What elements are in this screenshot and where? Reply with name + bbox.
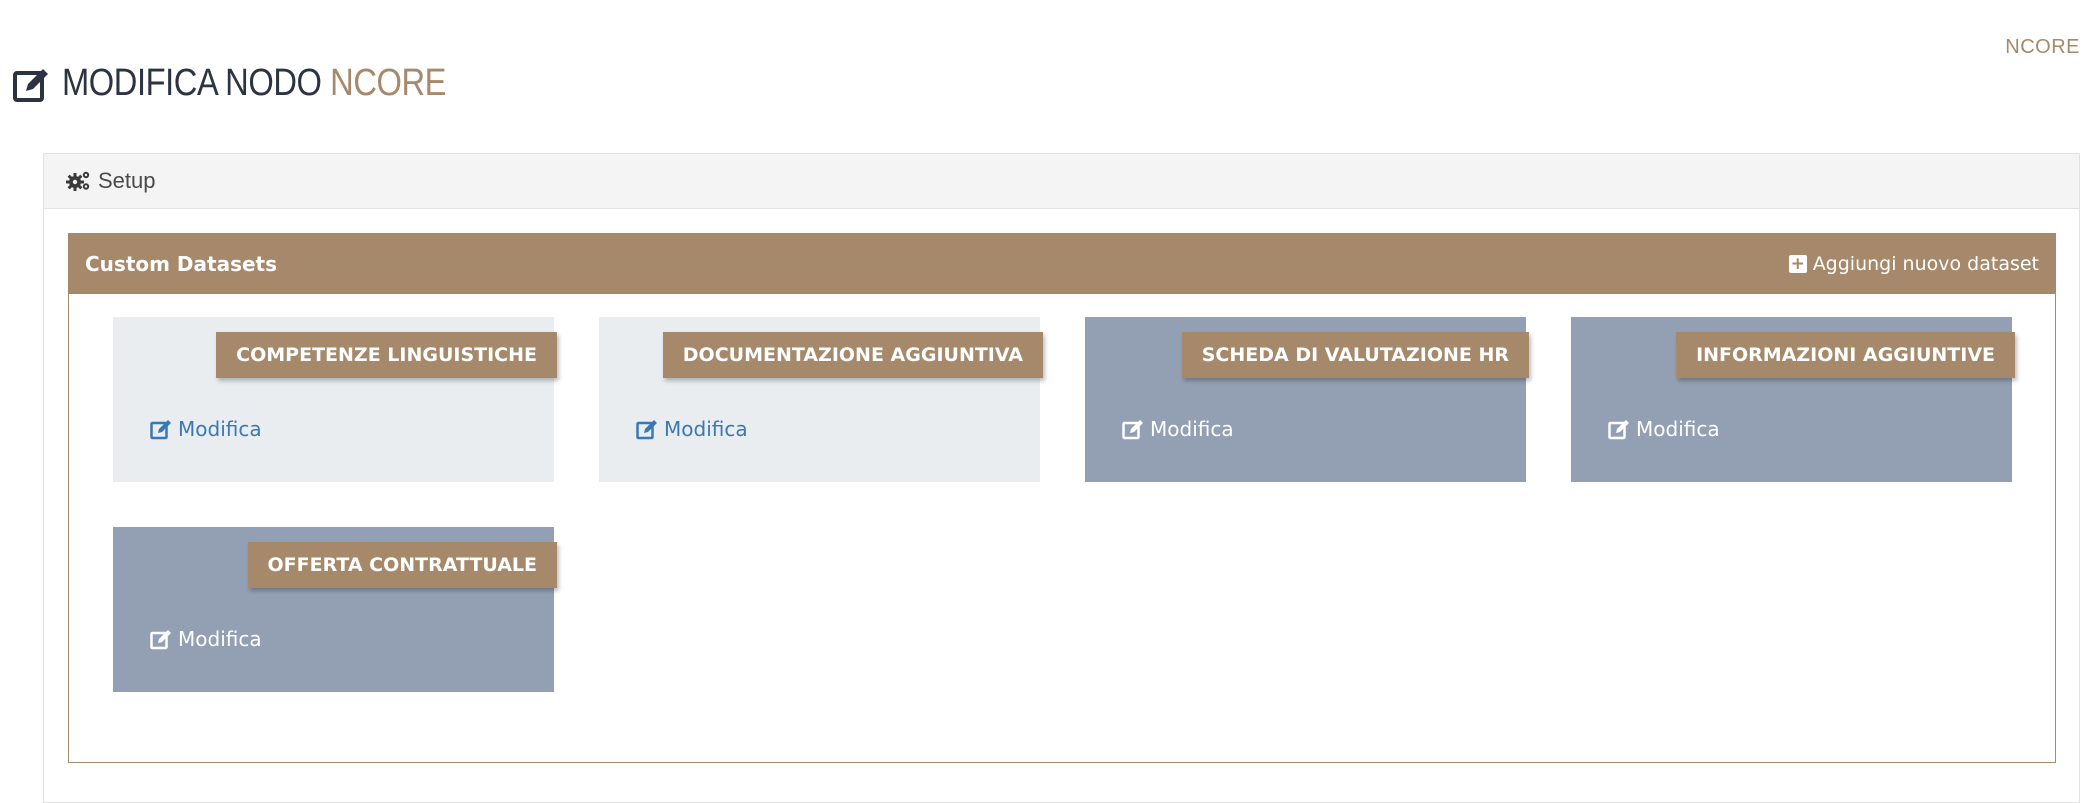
dataset-edit-label: Modifica: [1150, 417, 1234, 441]
page-title-accent: NCORE: [330, 62, 447, 104]
custom-datasets-title: Custom Datasets: [85, 252, 278, 276]
page-header: MODIFICA NODO NCORE: [12, 62, 509, 105]
edit-icon: [1122, 420, 1143, 440]
edit-icon: [13, 68, 48, 102]
dataset-edit-link[interactable]: Modifica: [1608, 417, 1720, 441]
custom-datasets-header: Custom Datasets + Aggiungi nuovo dataset: [69, 234, 2055, 294]
edit-icon: [150, 630, 171, 650]
edit-icon: [1608, 420, 1629, 440]
dataset-edit-link[interactable]: Modifica: [150, 627, 262, 651]
dataset-edit-label: Modifica: [664, 417, 748, 441]
add-dataset-button[interactable]: + Aggiungi nuovo dataset: [1788, 253, 2039, 275]
setup-label: Setup: [98, 168, 156, 193]
dataset-edit-link[interactable]: Modifica: [636, 417, 748, 441]
dataset-edit-link[interactable]: Modifica: [150, 417, 262, 441]
setup-panel-header: Setup: [44, 154, 2079, 209]
dataset-edit-label: Modifica: [1636, 417, 1720, 441]
add-dataset-label: Aggiungi nuovo dataset: [1812, 253, 2039, 275]
dataset-tile-name: DOCUMENTAZIONE AGGIUNTIVA: [662, 332, 1043, 378]
dataset-tile: COMPETENZE LINGUISTICHE Modifica: [113, 317, 557, 482]
page-title-main: MODIFICA NODO: [62, 62, 322, 104]
dataset-tile-name: INFORMAZIONI AGGIUNTIVE: [1676, 332, 2015, 378]
dataset-edit-link[interactable]: Modifica: [1122, 417, 1234, 441]
edit-icon: [150, 420, 171, 440]
gears-icon: [66, 171, 90, 191]
brand-label: NCORE: [2005, 36, 2080, 58]
dataset-tile: DOCUMENTAZIONE AGGIUNTIVA Modifica: [599, 317, 1043, 482]
dataset-edit-label: Modifica: [178, 417, 262, 441]
custom-datasets-panel: Custom Datasets + Aggiungi nuovo dataset…: [68, 233, 2056, 763]
dataset-tile: INFORMAZIONI AGGIUNTIVE Modifica: [1571, 317, 2015, 482]
setup-panel: Setup Custom Datasets + Aggiungi nuovo d…: [43, 153, 2080, 803]
dataset-edit-label: Modifica: [178, 627, 262, 651]
dataset-tile: SCHEDA DI VALUTAZIONE HR Modifica: [1085, 317, 1529, 482]
edit-icon: [636, 420, 657, 440]
page-title: MODIFICA NODO NCORE: [62, 62, 446, 105]
plus-square-icon: +: [1788, 254, 1807, 274]
dataset-tile-name: OFFERTA CONTRATTUALE: [247, 542, 557, 588]
dataset-tile: OFFERTA CONTRATTUALE Modifica: [113, 527, 557, 692]
dataset-tile-name: COMPETENZE LINGUISTICHE: [216, 332, 557, 378]
dataset-tile-name: SCHEDA DI VALUTAZIONE HR: [1181, 332, 1529, 378]
